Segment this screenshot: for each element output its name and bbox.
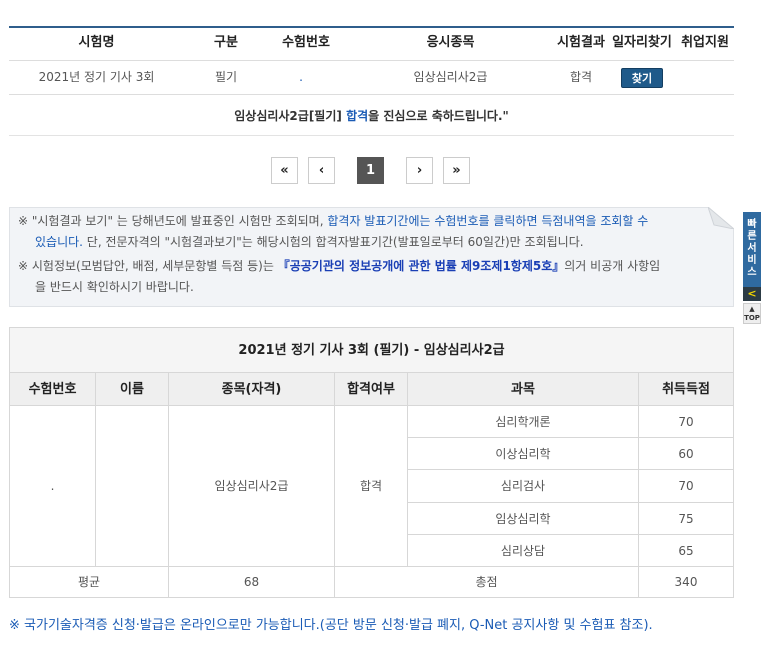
col-license: 종목(자격) (169, 373, 335, 406)
notice-text: ※ "시험결과 보기" 는 당해년도에 발표중인 시험만 조회되며, (18, 214, 328, 228)
header-exam-number: 수험번호 (282, 35, 330, 50)
find-job-button[interactable]: 찾기 (621, 68, 663, 88)
last-page-button[interactable]: » (443, 157, 470, 184)
top-label: TOP (744, 314, 760, 322)
header-subject: 응시종목 (426, 35, 475, 50)
score-5: 65 (639, 535, 734, 567)
score-3: 70 (639, 470, 734, 503)
score-2: 60 (639, 438, 734, 470)
score-table-title: 2021년 정기 기사 3회 (필기) - 임상심리사2급 (9, 327, 734, 373)
notice-text: ※ 시험정보(모범답안, 배점, 세부문항별 득점 등)는 (18, 259, 278, 273)
notice-line-3: ※ 시험정보(모범답안, 배점, 세부문항별 득점 등)는 『공공기관의 정보공… (18, 255, 660, 277)
notice-highlight: 있습니다. (35, 235, 83, 249)
page-fold-icon (708, 207, 734, 229)
quick-menu-toggle[interactable]: < (743, 287, 761, 301)
row-category: 필기 (214, 70, 238, 84)
next-page-button[interactable]: › (406, 157, 433, 184)
notice-text: 단, 전문자격의 "시험결과보기"는 해당시험의 합격자발표기간(발표일로부터 … (82, 235, 584, 249)
subject-5: 심리상담 (408, 535, 639, 567)
header-result: 시험결과 (557, 35, 605, 50)
exam-number-cell: . (9, 406, 96, 567)
page-1-button[interactable]: 1 (357, 157, 384, 184)
header-job-search: 일자리찾기 (612, 35, 672, 50)
score-4: 75 (639, 503, 734, 535)
subject-4: 임상심리학 (408, 503, 639, 535)
row-subject: 임상심리사2급 (413, 70, 488, 84)
col-name: 이름 (96, 373, 169, 406)
quick-service-tab[interactable]: 빠른서비스 (743, 212, 761, 287)
notice-line-4: 을 반드시 확인하시기 바랍니다. (35, 280, 194, 294)
law-reference: 『공공기관의 정보공개에 관한 법률 제9조제1항제5호』 (277, 259, 565, 273)
header-exam-name: 시험명 (78, 35, 115, 50)
name-cell (96, 406, 169, 567)
col-pass: 합격여부 (335, 373, 408, 406)
total-label: 총점 (335, 567, 639, 598)
scroll-top-button[interactable]: ▲ TOP (743, 303, 761, 324)
pass-cell: 합격 (335, 406, 408, 567)
exam-number-link[interactable]: . (262, 61, 340, 94)
notice-text: 의거 비공개 사항임 (564, 259, 661, 273)
average-label: 평균 (9, 567, 169, 598)
row-exam-name: 2021년 정기 기사 3회 (38, 70, 155, 84)
congrats-message: 임상심리사2급[필기] 합격을 진심으로 축하드립니다." (9, 107, 734, 124)
row-divider (9, 94, 734, 95)
congrats-suffix: 을 진심으로 축하드립니다." (368, 109, 509, 123)
exam-number-value: . (50, 479, 55, 493)
header-category: 구분 (214, 35, 238, 50)
row-result: 합격 (569, 70, 593, 84)
col-exam-number: 수험번호 (9, 373, 96, 406)
subject-2: 이상심리학 (408, 438, 639, 470)
header-job-support: 취업지원 (681, 35, 729, 50)
certificate-footnote: ※ 국가기술자격증 신청·발급은 온라인으로만 가능합니다.(공단 방문 신청·… (9, 618, 653, 633)
prev-page-button[interactable]: ‹ (308, 157, 335, 184)
quick-service-label: 빠른서비스 (747, 219, 757, 278)
subject-1: 심리학개론 (408, 406, 639, 438)
subject-3: 심리검사 (408, 470, 639, 503)
congrats-prefix: 임상심리사2급[필기] (234, 109, 347, 123)
col-subject: 과목 (408, 373, 639, 406)
license-cell: 임상심리사2급 (169, 406, 335, 567)
congrats-divider (9, 135, 734, 136)
total-value: 340 (639, 567, 734, 598)
col-score: 취득득점 (639, 373, 734, 406)
notice-line-1: ※ "시험결과 보기" 는 당해년도에 발표중인 시험만 조회되며, 합격자 발… (18, 210, 648, 232)
chevron-up-icon: ▲ (749, 305, 755, 313)
average-value: 68 (169, 567, 335, 598)
congrats-pass: 합격 (346, 109, 369, 123)
score-1: 70 (639, 406, 734, 438)
notice-highlight: 합격자 발표기간에는 수험번호를 클릭하면 득점내역을 조회할 수 (327, 214, 649, 228)
first-page-button[interactable]: « (271, 157, 298, 184)
notice-line-2: 있습니다. 단, 전문자격의 "시험결과보기"는 해당시험의 합격자발표기간(발… (35, 231, 584, 253)
